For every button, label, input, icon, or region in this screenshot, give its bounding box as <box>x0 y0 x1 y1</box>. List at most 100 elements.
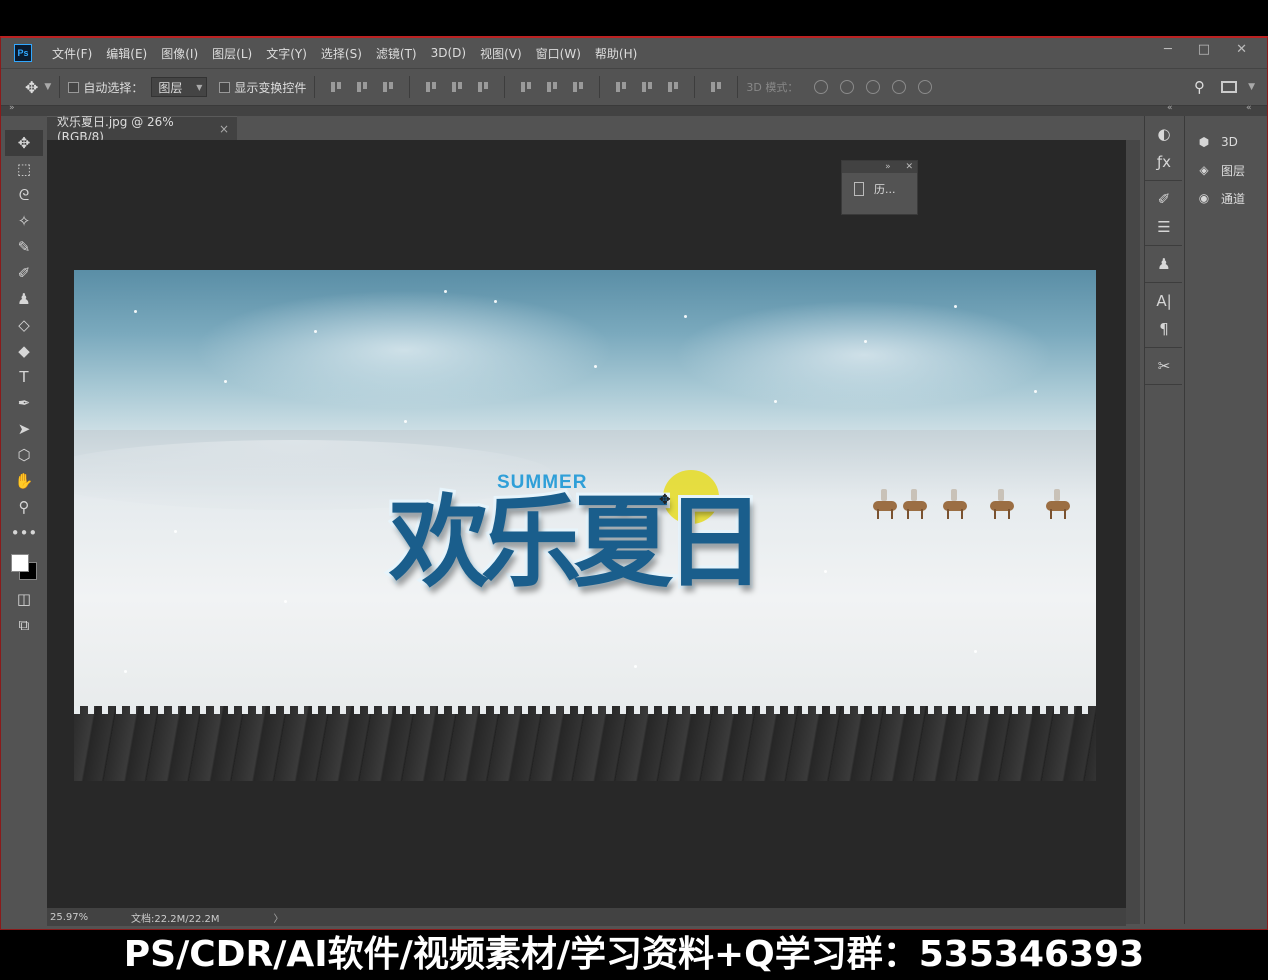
menu-view[interactable]: 视图(V) <box>480 45 522 62</box>
chevron-down-icon[interactable]: ▼ <box>1248 82 1255 92</box>
clone-source-icon[interactable]: ♟ <box>1145 250 1183 278</box>
align-bottom-icon[interactable] <box>381 80 395 94</box>
show-transform-checkbox[interactable] <box>219 81 231 93</box>
align-vcenter-icon[interactable] <box>355 80 369 94</box>
dock-item-label: 3D <box>1221 135 1238 149</box>
wooden-floor <box>74 706 1096 781</box>
character-icon[interactable]: A| <box>1145 287 1183 315</box>
distribute-left-icon[interactable] <box>614 80 628 94</box>
screen-top-black-bar <box>0 0 1268 36</box>
workspace-icon[interactable] <box>1221 81 1237 93</box>
document-size: 文档:22.2M/22.2M <box>131 913 220 925</box>
quick-mask-icon[interactable]: ◫ <box>5 586 43 612</box>
color-swatches[interactable] <box>5 546 43 586</box>
distribute-top-icon[interactable] <box>519 80 533 94</box>
distribute-hcenter-icon[interactable] <box>640 80 654 94</box>
dock-item-label: 图层 <box>1221 163 1246 178</box>
move-tool-icon[interactable]: ✥ <box>5 130 43 156</box>
dock-item-channels[interactable]: ◉ 通道 <box>1185 184 1262 212</box>
panel-group: ✂ <box>1145 348 1182 385</box>
vertical-scrollbar[interactable] <box>1126 140 1140 924</box>
layers-icon: ◈ <box>1199 163 1209 177</box>
auto-select-dropdown[interactable]: 图层 ▼ <box>151 77 208 97</box>
distribute-vcenter-icon[interactable] <box>545 80 559 94</box>
hand-tool-icon[interactable]: ✋ <box>5 468 43 494</box>
camel-rider <box>1042 489 1076 519</box>
search-icon[interactable]: ⚲ <box>1194 78 1205 96</box>
status-menu-arrow-icon[interactable]: 〉 <box>274 910 284 925</box>
menu-3d[interactable]: 3D(D) <box>431 46 466 60</box>
eyedropper-icon[interactable]: ✎ <box>5 234 43 260</box>
menu-type[interactable]: 文字(Y) <box>266 45 307 62</box>
shape-tool-icon[interactable]: ⬡ <box>5 442 43 468</box>
stamp-tool-icon[interactable]: ♟ <box>5 286 43 312</box>
menu-file[interactable]: 文件(F) <box>52 45 92 62</box>
foreground-color[interactable] <box>11 554 29 572</box>
zoom-level[interactable]: 25.97% <box>47 912 119 923</box>
pen-tool-icon[interactable]: ✒ <box>5 390 43 416</box>
show-transform-label: 显示变换控件 <box>234 80 307 95</box>
lasso-tool-icon[interactable]: ᘓ <box>5 182 43 208</box>
auto-align-icon[interactable] <box>709 80 723 94</box>
more-tools-icon[interactable]: ••• <box>5 520 43 546</box>
canvas-workspace[interactable]: SUMMER 欢乐夏日 ✥ <box>47 140 1126 916</box>
auto-select-checkbox[interactable] <box>68 81 80 93</box>
collapse-icon[interactable]: » <box>885 162 891 172</box>
menu-layer[interactable]: 图层(L) <box>212 45 252 62</box>
align-hcenter-icon[interactable] <box>450 80 464 94</box>
path-select-icon[interactable]: ➤ <box>5 416 43 442</box>
artwork-title: 欢乐夏日 <box>386 481 768 604</box>
menu-help[interactable]: 帮助(H) <box>595 45 637 62</box>
panel-group: ◐ ƒx <box>1145 116 1182 181</box>
align-left-icon[interactable] <box>424 80 438 94</box>
roll-3d-icon[interactable] <box>840 80 855 94</box>
slide-3d-icon[interactable] <box>892 80 907 94</box>
brush-presets-icon[interactable]: ✐ <box>1145 185 1183 213</box>
close-window-button[interactable]: ✕ <box>1236 42 1247 57</box>
pan-3d-icon[interactable] <box>866 80 881 94</box>
minimize-button[interactable]: ─ <box>1164 42 1172 57</box>
distribute-right-icon[interactable] <box>666 80 680 94</box>
panel-group: ♟ <box>1145 246 1182 283</box>
auto-select-value: 图层 <box>158 80 183 95</box>
tool-presets-icon[interactable]: ✂ <box>1145 352 1183 380</box>
type-tool-icon[interactable]: T <box>5 364 43 390</box>
history-panel-tab[interactable]: 历... <box>842 173 917 197</box>
styles-fx-icon[interactable]: ƒx <box>1145 148 1183 176</box>
collapse-dock-icon[interactable]: « <box>1246 103 1252 113</box>
brush-settings-icon[interactable]: ☰ <box>1145 213 1183 241</box>
menu-filter[interactable]: 滤镜(T) <box>376 45 417 62</box>
panel-group: ✐ ☰ <box>1145 181 1182 246</box>
move-tool-preset-icon[interactable]: ✥ <box>25 78 38 97</box>
expand-tools-icon[interactable]: » <box>9 103 15 113</box>
align-top-icon[interactable] <box>329 80 343 94</box>
magic-wand-icon[interactable]: ✧ <box>5 208 43 234</box>
collapse-panels-icon[interactable]: « <box>1167 103 1173 113</box>
adjustments-icon[interactable]: ◐ <box>1145 120 1183 148</box>
dock-item-3d[interactable]: ⬢ 3D <box>1185 128 1262 156</box>
document-canvas[interactable]: SUMMER 欢乐夏日 <box>74 270 1096 781</box>
distribute-bottom-icon[interactable] <box>571 80 585 94</box>
chevron-down-icon[interactable]: ▼ <box>44 82 51 92</box>
menu-select[interactable]: 选择(S) <box>321 45 362 62</box>
marquee-tool-icon[interactable]: ⬚ <box>5 156 43 182</box>
screen-mode-icon[interactable]: ⧉ <box>5 612 43 638</box>
menu-image[interactable]: 图像(I) <box>161 45 198 62</box>
maximize-button[interactable]: □ <box>1198 42 1210 57</box>
zoom-tool-icon[interactable]: ⚲ <box>5 494 43 520</box>
menu-edit[interactable]: 编辑(E) <box>106 45 147 62</box>
menu-window[interactable]: 窗口(W) <box>536 45 581 62</box>
camera-3d-icon[interactable] <box>918 80 933 94</box>
align-right-icon[interactable] <box>476 80 490 94</box>
dock-item-layers[interactable]: ◈ 图层 <box>1185 156 1262 184</box>
brush-tool-icon[interactable]: ✐ <box>5 260 43 286</box>
paragraph-icon[interactable]: ¶ <box>1145 315 1183 343</box>
gradient-tool-icon[interactable]: ◆ <box>5 338 43 364</box>
close-icon[interactable]: × <box>219 122 229 136</box>
divider <box>314 76 316 98</box>
eraser-tool-icon[interactable]: ◇ <box>5 312 43 338</box>
divider <box>59 76 61 98</box>
close-icon[interactable]: ✕ <box>905 162 913 172</box>
tab-document[interactable]: 欢乐夏日.jpg @ 26%(RGB/8) × <box>47 115 237 144</box>
orbit-3d-icon[interactable] <box>814 80 829 94</box>
